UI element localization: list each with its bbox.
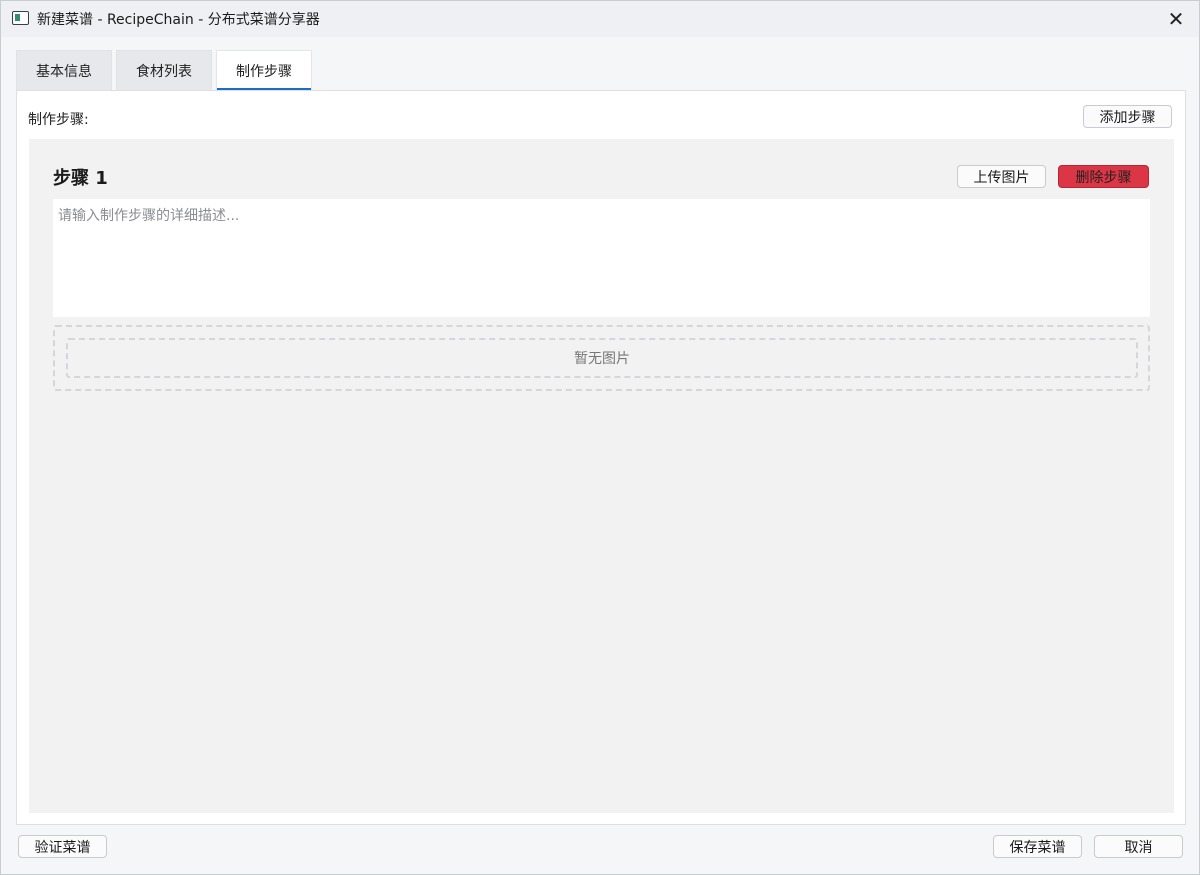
add-step-button[interactable]: 添加步骤 [1083,105,1172,128]
upload-image-button[interactable]: 上传图片 [957,165,1046,188]
title-bar: 新建菜谱 - RecipeChain - 分布式菜谱分享器 ✕ [1,1,1199,37]
tab-ingredients[interactable]: 食材列表 [116,50,212,90]
image-placeholder: 暂无图片 [66,338,1138,378]
steps-label: 制作步骤: [28,112,89,128]
close-icon[interactable]: ✕ [1153,1,1199,37]
save-recipe-button[interactable]: 保存菜谱 [993,835,1082,858]
app-window-icon [12,11,29,25]
cancel-button[interactable]: 取消 [1094,835,1183,858]
verify-recipe-button[interactable]: 验证菜谱 [18,835,107,858]
step-image-dropzone[interactable]: 暂无图片 [53,325,1150,391]
tab-steps[interactable]: 制作步骤 [216,50,312,90]
tab-bar: 基本信息 食材列表 制作步骤 [16,50,316,90]
dialog-window: 新建菜谱 - RecipeChain - 分布式菜谱分享器 ✕ 基本信息 食材列… [0,0,1200,875]
tab-basic-info[interactable]: 基本信息 [16,50,112,90]
steps-list: 步骤 1 上传图片 删除步骤 暂无图片 [29,139,1174,813]
window-title: 新建菜谱 - RecipeChain - 分布式菜谱分享器 [37,12,320,28]
step-description-input[interactable] [53,199,1150,317]
steps-panel: 制作步骤: 添加步骤 步骤 1 上传图片 删除步骤 暂无图片 [16,90,1186,825]
step-title: 步骤 1 [53,168,108,189]
delete-step-button[interactable]: 删除步骤 [1058,165,1149,188]
